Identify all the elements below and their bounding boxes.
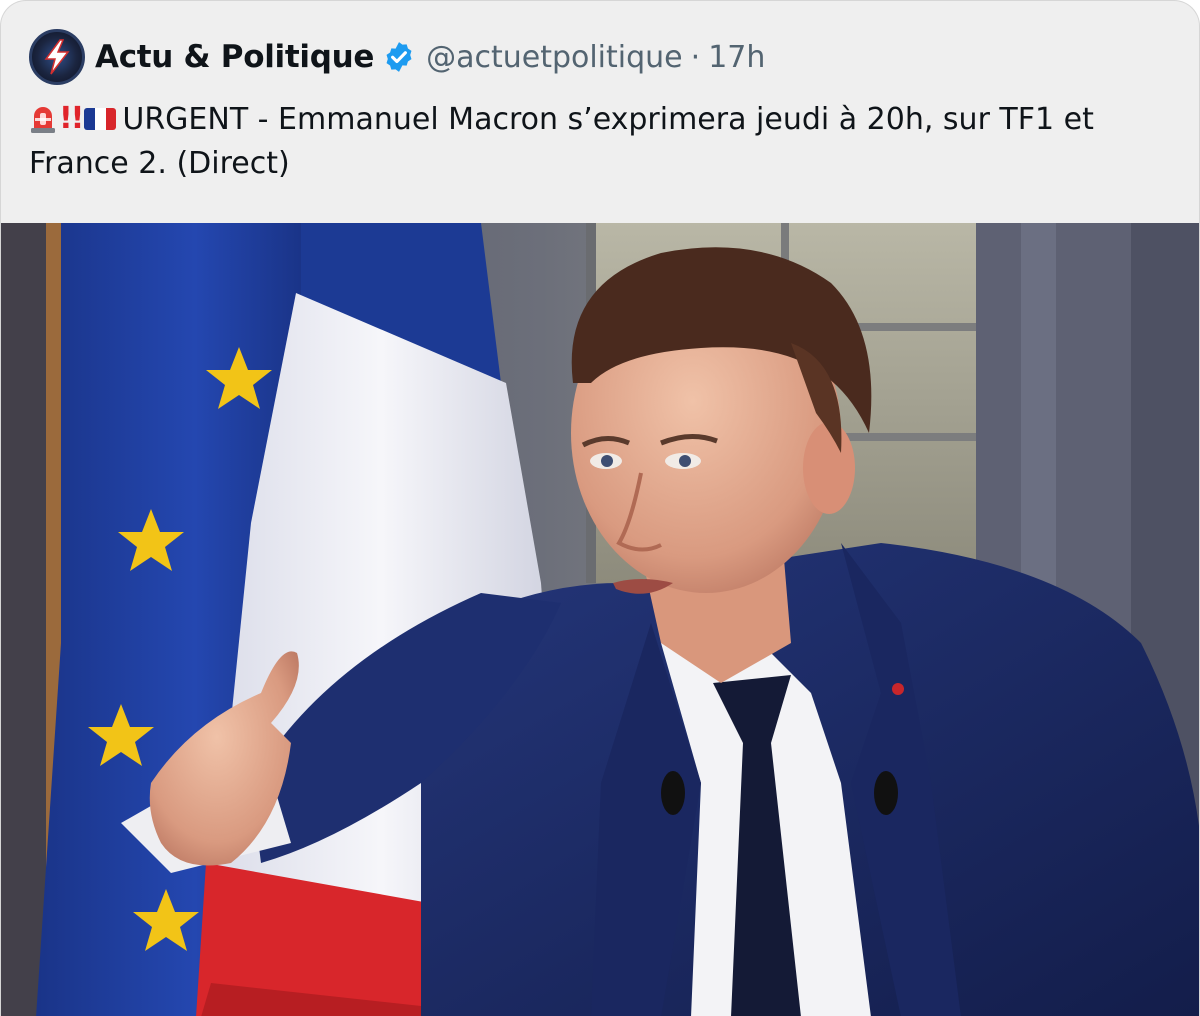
avatar[interactable] [29, 29, 85, 85]
tweet-card[interactable]: Actu & Politique @actuetpolitique · 17h … [0, 0, 1200, 1016]
double-exclamation-emoji-icon: !! [59, 101, 84, 136]
photo-macron-tv-interview [1, 223, 1199, 1016]
author-handle[interactable]: @actuetpolitique [426, 40, 683, 75]
tweet-timestamp[interactable]: 17h [708, 40, 765, 75]
tweet-photo[interactable] [1, 223, 1199, 1016]
emoji-prefix: !! [29, 97, 117, 141]
lightning-icon [44, 39, 70, 75]
meta-separator: · [690, 39, 701, 75]
tweet-header: Actu & Politique @actuetpolitique · 17h [29, 29, 765, 85]
verified-badge-icon [386, 42, 412, 72]
france-flag-emoji-icon [84, 108, 117, 130]
rotating-light-emoji-icon [31, 107, 55, 133]
author-name[interactable]: Actu & Politique [95, 39, 374, 75]
tweet-text-body: URGENT - Emmanuel Macron s’exprimera jeu… [29, 102, 1094, 181]
tweet-text: !! URGENT - Emmanuel Macron s’exprimera … [29, 97, 1179, 186]
